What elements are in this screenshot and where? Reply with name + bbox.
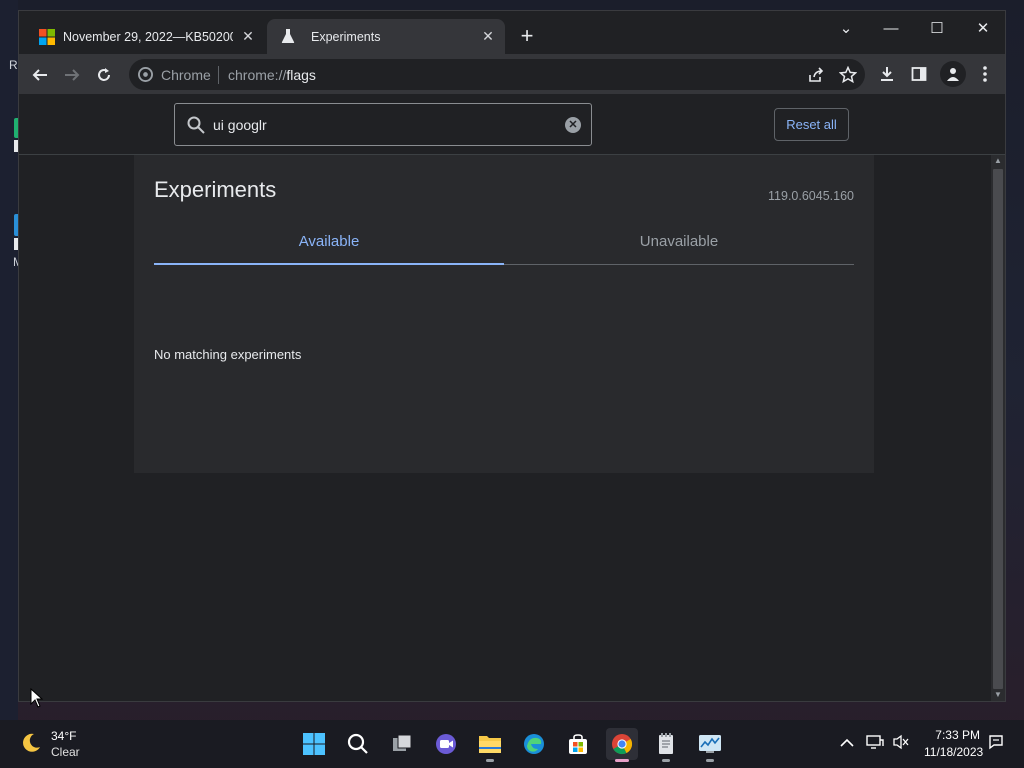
tab-title: Experiments (311, 30, 381, 44)
bookmark-star-icon[interactable] (838, 65, 858, 84)
close-tab-icon[interactable]: ✕ (239, 27, 257, 45)
scroll-thumb[interactable] (993, 169, 1003, 689)
tab-experiments[interactable]: Experiments ✕ (267, 19, 505, 54)
browser-window: November 29, 2022—KB502004 ✕ Experiments… (18, 10, 1006, 702)
omnibox-chip-label: Chrome (161, 67, 211, 83)
desktop-label-fragment: R (9, 58, 18, 72)
notifications-icon[interactable] (988, 734, 1004, 753)
vertical-scrollbar[interactable]: ▲ ▼ (991, 155, 1005, 701)
chat-camera-icon (436, 734, 456, 754)
minimize-button[interactable]: — (876, 17, 906, 41)
arrow-right-icon (65, 69, 80, 81)
show-hidden-icons-chevron-icon[interactable] (840, 734, 854, 751)
tab-search-dropdown-icon[interactable]: ⌄ (831, 17, 861, 41)
notepad-icon (659, 733, 673, 754)
running-indicator (706, 759, 714, 762)
windows-taskbar: 34°F Clear 7:33 PM 11/18/2023 (0, 720, 1024, 768)
search-icon (347, 733, 368, 754)
downloads-icon[interactable] (875, 62, 899, 86)
moon-weather-icon[interactable] (20, 732, 42, 760)
taskbar-app-chrome[interactable] (606, 728, 638, 762)
scroll-down-icon[interactable]: ▼ (991, 689, 1005, 701)
running-indicator (662, 759, 670, 762)
edge-logo-icon (524, 734, 544, 754)
flags-header: ui googlr ✕ Reset all (19, 94, 1005, 155)
microsoft-logo-icon (39, 29, 55, 45)
empty-state-message: No matching experiments (154, 347, 302, 362)
scroll-up-icon[interactable]: ▲ (991, 155, 1005, 167)
version-number: 119.0.6045.160 (768, 189, 854, 203)
flask-icon (281, 28, 295, 44)
task-view-button[interactable] (386, 728, 418, 760)
taskbar-app-store[interactable] (562, 728, 594, 760)
search-icon (187, 116, 205, 134)
menu-kebab-icon[interactable] (973, 62, 997, 86)
address-bar[interactable]: Chrome chrome://flags (129, 59, 865, 90)
tab-strip: November 29, 2022—KB502004 ✕ Experiments… (19, 11, 1005, 54)
clock-date[interactable]: 11/18/2023 (924, 745, 983, 759)
flags-search-input[interactable]: ui googlr ✕ (174, 103, 592, 146)
desktop-background (0, 0, 18, 720)
omnibox-divider (218, 66, 219, 84)
tab-kb-article[interactable]: November 29, 2022—KB502004 ✕ (29, 19, 265, 54)
taskbar-app-file-explorer[interactable] (474, 728, 506, 762)
share-icon[interactable] (807, 66, 825, 84)
start-button[interactable] (298, 728, 330, 760)
weather-condition[interactable]: Clear (51, 745, 80, 759)
reset-all-button[interactable]: Reset all (774, 108, 849, 141)
url-text: chrome://flags (228, 67, 316, 83)
maximize-button[interactable]: ☐ (922, 17, 952, 41)
taskbar-app-notepad[interactable] (650, 728, 682, 762)
windows-logo-icon (303, 733, 325, 755)
profile-avatar-icon[interactable] (940, 61, 966, 87)
mouse-cursor-icon (30, 687, 44, 713)
tab-title: November 29, 2022—KB502004 (63, 30, 233, 44)
store-bag-icon (569, 734, 587, 754)
back-button[interactable] (27, 62, 53, 88)
clear-search-icon[interactable]: ✕ (565, 117, 581, 133)
chrome-logo-icon (612, 734, 633, 755)
running-indicator (615, 759, 629, 762)
reload-button[interactable] (91, 62, 117, 88)
network-icon[interactable] (866, 734, 884, 753)
tab-available[interactable]: Available (154, 225, 504, 265)
side-panel-icon[interactable] (907, 62, 931, 86)
clock-time[interactable]: 7:33 PM (934, 728, 980, 742)
browser-toolbar: Chrome chrome://flags (19, 54, 1005, 94)
folder-icon (479, 736, 501, 753)
page-title: Experiments (154, 177, 277, 202)
close-window-button[interactable]: ✕ (968, 17, 998, 41)
monitor-chart-icon (699, 735, 721, 753)
weather-temperature[interactable]: 34°F (51, 729, 76, 743)
experiments-panel: Experiments 119.0.6045.160 Available Una… (134, 155, 874, 473)
chrome-logo-icon (138, 67, 153, 82)
forward-button[interactable] (59, 62, 85, 88)
running-indicator (486, 759, 494, 762)
taskbar-app-edge[interactable] (518, 728, 550, 760)
taskbar-app-chat[interactable] (430, 728, 462, 760)
flags-content: Experiments 119.0.6045.160 Available Una… (19, 155, 991, 701)
arrow-left-icon (32, 69, 47, 81)
taskbar-search-button[interactable] (342, 728, 374, 760)
search-query-text: ui googlr (213, 117, 267, 133)
taskbar-app-monitor[interactable] (694, 728, 726, 762)
volume-muted-icon[interactable] (892, 734, 910, 753)
close-tab-icon[interactable]: ✕ (479, 27, 497, 45)
reload-icon (98, 68, 110, 81)
task-view-icon (393, 734, 412, 751)
new-tab-button[interactable]: + (515, 25, 539, 49)
tab-unavailable[interactable]: Unavailable (504, 225, 854, 265)
